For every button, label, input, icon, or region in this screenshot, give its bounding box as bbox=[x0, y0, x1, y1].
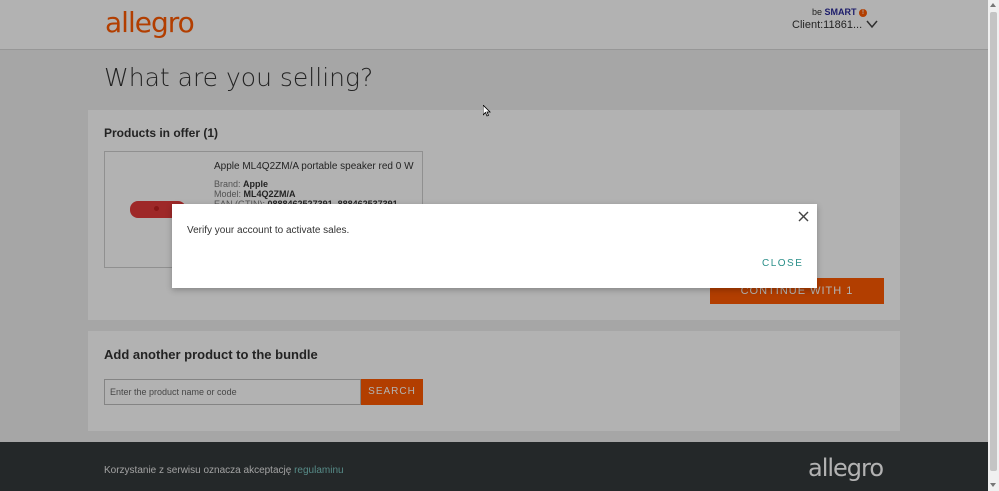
scrollbar-thumb[interactable] bbox=[990, 12, 997, 471]
modal-close-button[interactable]: CLOSE bbox=[762, 258, 803, 269]
mouse-cursor-icon bbox=[483, 105, 491, 117]
scroll-up-arrow-icon[interactable] bbox=[990, 3, 996, 7]
viewport: allegro be SMART ! Client:11861... What … bbox=[0, 0, 988, 491]
scroll-down-arrow-icon[interactable] bbox=[990, 483, 996, 487]
vertical-scrollbar[interactable] bbox=[988, 0, 999, 491]
close-icon[interactable] bbox=[798, 211, 809, 222]
verify-account-modal: Verify your account to activate sales. C… bbox=[172, 204, 817, 288]
modal-message: Verify your account to activate sales. bbox=[187, 225, 350, 236]
